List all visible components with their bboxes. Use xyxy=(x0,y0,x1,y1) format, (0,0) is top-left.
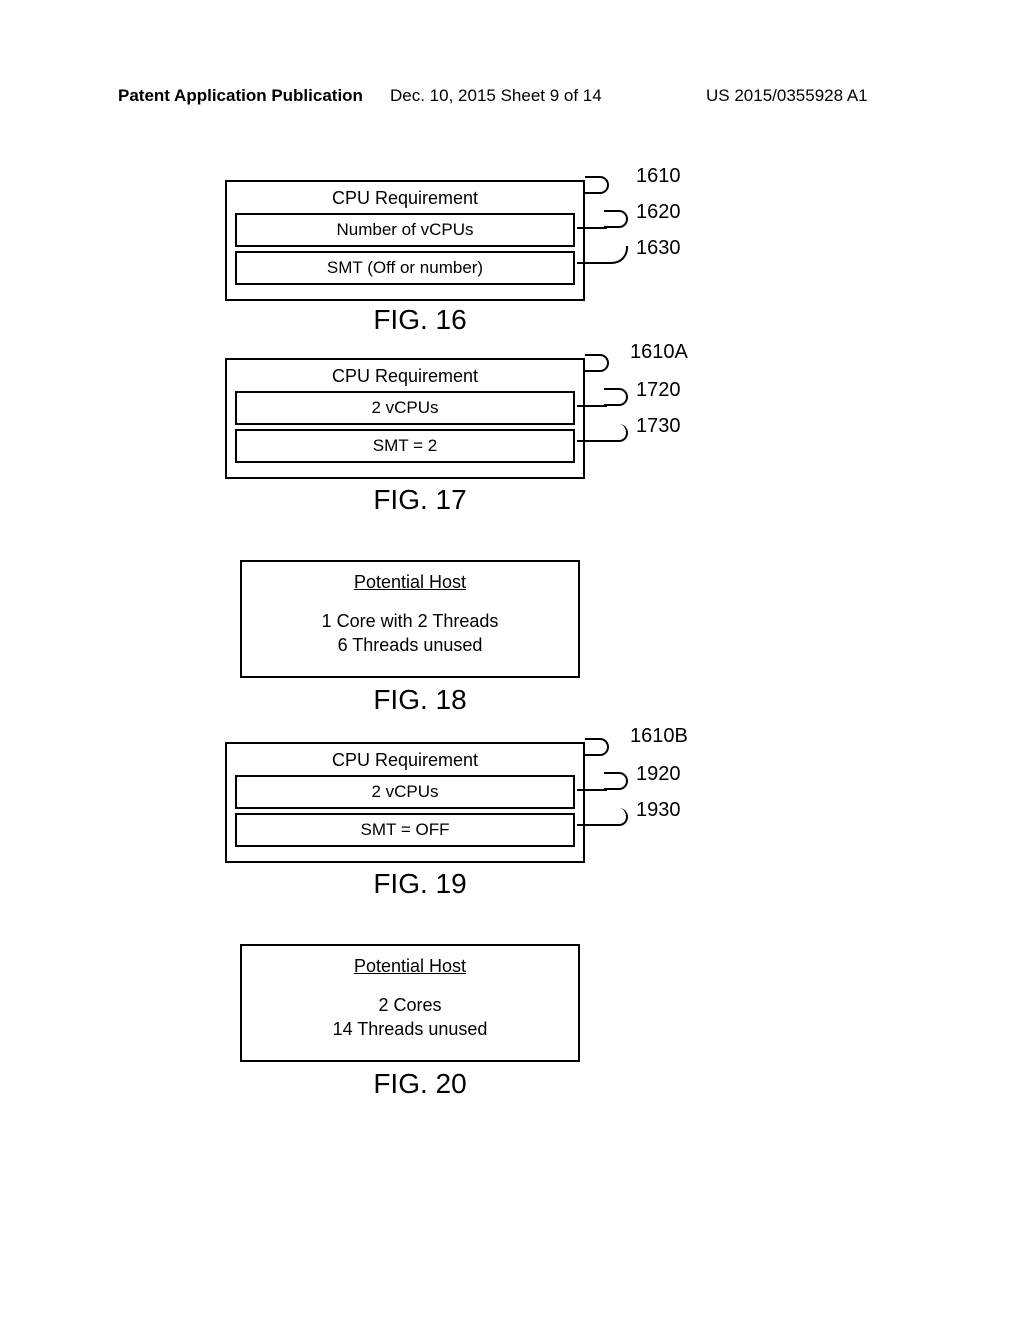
fig17-lead-arc-outer xyxy=(585,354,609,372)
fig16-row-smt: SMT (Off or number) xyxy=(235,251,575,285)
fig19-row-smt: SMT = OFF xyxy=(235,813,575,847)
fig16-lead-arc-outer xyxy=(585,176,609,194)
fig20-label: FIG. 20 xyxy=(240,1068,600,1100)
fig16-row-vcpus: Number of vCPUs xyxy=(235,213,575,247)
fig18-line1: 1 Core with 2 Threads xyxy=(242,609,578,633)
fig17-title: CPU Requirement xyxy=(227,366,583,387)
header-right: US 2015/0355928 A1 xyxy=(706,86,868,106)
fig16-lead-r1 xyxy=(577,227,607,229)
fig20-box: Potential Host 2 Cores 14 Threads unused xyxy=(240,944,580,1062)
fig20-line2: 14 Threads unused xyxy=(242,1017,578,1041)
fig19-lead-arc-r1 xyxy=(604,772,628,790)
fig17-lead-r2 xyxy=(577,440,607,442)
fig19-ref-outer: 1610B xyxy=(630,725,688,748)
fig17-lead-arc-r1 xyxy=(604,388,628,406)
fig16-title: CPU Requirement xyxy=(227,188,583,209)
fig19-ref-r2: 1930 xyxy=(636,799,681,822)
fig17-box: CPU Requirement 2 vCPUs SMT = 2 xyxy=(225,358,585,479)
fig16-lead-arc-r2 xyxy=(604,246,628,264)
fig16-ref-r1: 1620 xyxy=(636,201,681,224)
fig19-lead-r1 xyxy=(577,789,607,791)
fig19-label: FIG. 19 xyxy=(240,868,600,900)
fig19-lead-r2 xyxy=(577,824,607,826)
fig18-box: Potential Host 1 Core with 2 Threads 6 T… xyxy=(240,560,580,678)
fig19-box: CPU Requirement 2 vCPUs SMT = OFF xyxy=(225,742,585,863)
fig18-label: FIG. 18 xyxy=(240,684,600,716)
fig17-row-vcpus: 2 vCPUs xyxy=(235,391,575,425)
fig16-ref-r2: 1630 xyxy=(636,237,681,260)
header-left: Patent Application Publication xyxy=(118,86,363,106)
fig16-box: CPU Requirement Number of vCPUs SMT (Off… xyxy=(225,180,585,301)
fig19-lead-arc-outer xyxy=(585,738,609,756)
fig18-title: Potential Host xyxy=(242,572,578,593)
fig17-ref-r2: 1730 xyxy=(636,415,681,438)
fig16-ref-outer: 1610 xyxy=(636,165,681,188)
fig16-label: FIG. 16 xyxy=(240,304,600,336)
fig17-ref-r1: 1720 xyxy=(636,379,681,402)
fig17-label: FIG. 17 xyxy=(240,484,600,516)
fig19-ref-r1: 1920 xyxy=(636,763,681,786)
fig17-lead-arc-r2 xyxy=(604,424,628,442)
fig17-lead-r1 xyxy=(577,405,607,407)
fig19-row-vcpus: 2 vCPUs xyxy=(235,775,575,809)
fig19-title: CPU Requirement xyxy=(227,750,583,771)
fig16-lead-arc-r1 xyxy=(604,210,628,228)
fig17-ref-outer: 1610A xyxy=(630,341,688,364)
header-mid: Dec. 10, 2015 Sheet 9 of 14 xyxy=(390,86,602,106)
fig20-title: Potential Host xyxy=(242,956,578,977)
fig18-line2: 6 Threads unused xyxy=(242,633,578,657)
fig17-row-smt: SMT = 2 xyxy=(235,429,575,463)
fig16-lead-r2 xyxy=(577,262,607,264)
fig19-lead-arc-r2 xyxy=(604,808,628,826)
fig20-line1: 2 Cores xyxy=(242,993,578,1017)
